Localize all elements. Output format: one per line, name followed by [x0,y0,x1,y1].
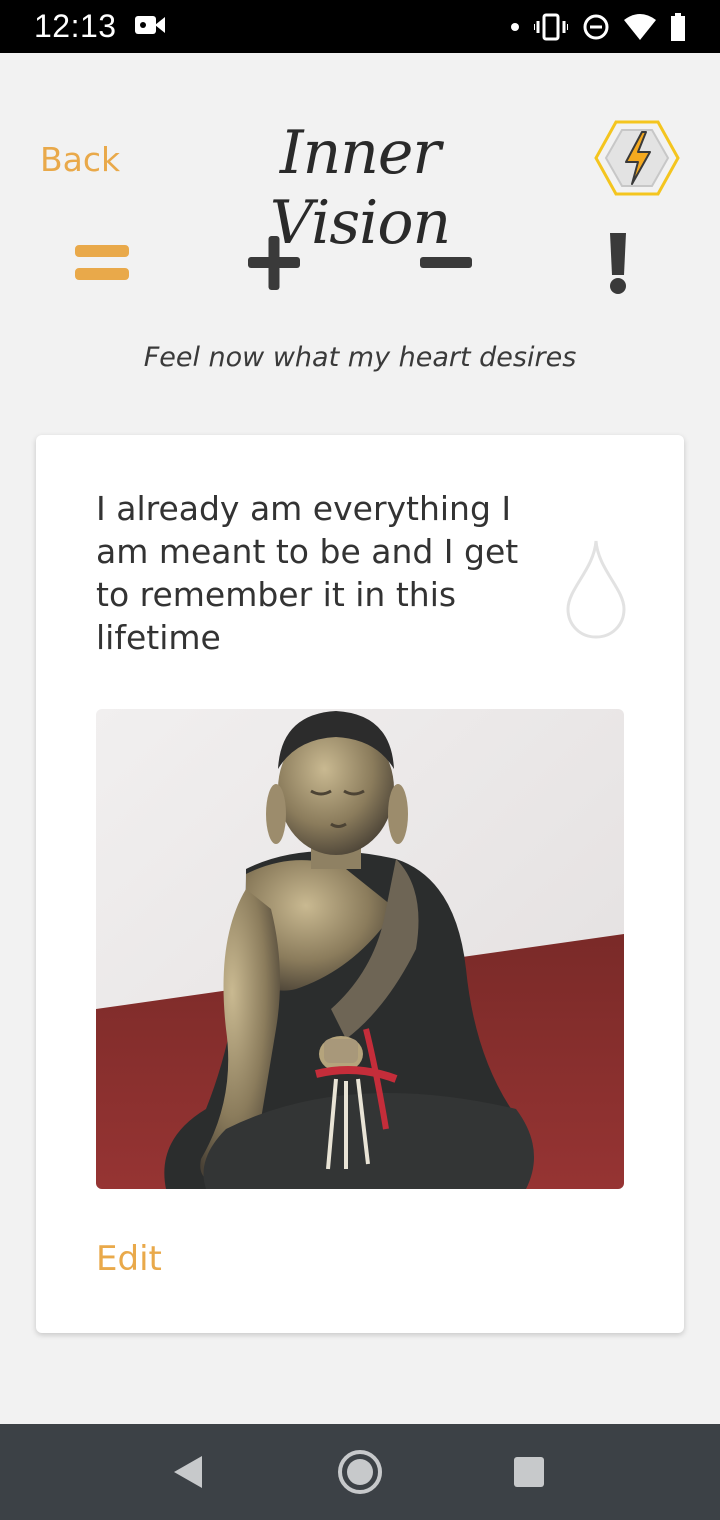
exclamation-icon [610,233,626,294]
lightning-hexagon-icon[interactable] [592,118,682,198]
tab-exclamation[interactable] [578,225,658,305]
do-not-disturb-icon [582,13,610,41]
clock: 12:13 [34,8,117,44]
video-camera-icon [134,14,165,40]
plus-icon [248,236,300,290]
water-drop-icon[interactable] [566,539,626,643]
edit-button[interactable]: Edit [96,1239,162,1279]
tab-minus[interactable] [406,225,486,305]
battery-icon [670,12,686,41]
vibrate-icon [534,13,568,41]
affirmation-card: I already am everything I am meant to be… [36,435,684,1333]
tab-plus[interactable] [234,225,314,305]
recents-nav-icon[interactable] [512,1455,546,1493]
minus-icon [420,257,472,268]
header: Back Inner Vision [0,100,720,258]
buddha-statue-photo [96,709,624,1189]
home-nav-icon[interactable] [336,1448,384,1500]
status-bar: 12:13 [0,0,720,53]
system-nav-bar [0,1424,720,1520]
back-button[interactable]: Back [40,140,120,179]
status-right [510,12,686,41]
wifi-icon [624,13,656,40]
subtitle: Feel now what my heart desires [143,342,577,373]
back-nav-icon[interactable] [170,1454,206,1494]
affirmation-text: I already am everything I am meant to be… [96,489,519,657]
equals-icon [75,245,129,280]
mode-tabs [0,225,720,305]
status-left: 12:13 [34,8,165,45]
dot-icon [510,22,520,32]
tab-equals[interactable] [62,225,142,305]
